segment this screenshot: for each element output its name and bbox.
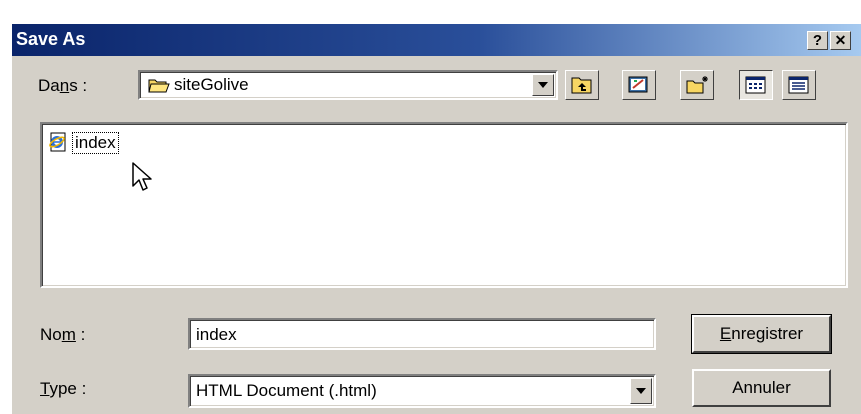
filetype-dropdown-button[interactable] — [630, 378, 652, 404]
desktop-icon — [628, 76, 648, 93]
file-name: index — [72, 132, 119, 154]
save-as-dialog: Save As ? ✕ Dans : siteGolive index Nom … — [10, 22, 861, 414]
up-one-level-button[interactable] — [565, 70, 599, 100]
chevron-down-icon — [636, 388, 646, 394]
mouse-cursor-icon — [132, 162, 152, 191]
filename-label: Nom : — [40, 325, 86, 344]
details-view-button[interactable] — [782, 70, 816, 100]
look-in-dropdown-button[interactable] — [532, 74, 554, 96]
filetype-select[interactable]: HTML Document (.html) — [188, 374, 656, 408]
filename-value: index — [196, 325, 237, 344]
file-list[interactable]: index — [40, 122, 848, 288]
save-button[interactable]: Enregistrer — [691, 314, 832, 354]
new-folder-icon — [686, 76, 708, 94]
list-view-icon — [745, 76, 766, 94]
chevron-down-icon — [538, 82, 548, 88]
details-view-icon — [788, 76, 809, 94]
look-in-combo[interactable]: siteGolive — [138, 70, 558, 100]
new-folder-button[interactable] — [680, 70, 714, 100]
desktop-button[interactable] — [622, 70, 656, 100]
up-one-level-icon — [571, 77, 592, 94]
filename-input[interactable]: index — [188, 318, 656, 350]
look-in-label: Dans : — [38, 76, 88, 95]
filetype-value: HTML Document (.html) — [196, 381, 377, 400]
filetype-label: Type : — [40, 379, 87, 398]
folder-icon — [148, 79, 170, 93]
list-view-button[interactable] — [739, 70, 773, 100]
window-title: Save As — [16, 29, 86, 49]
cancel-button[interactable]: Annuler — [692, 369, 831, 407]
close-button[interactable]: ✕ — [830, 31, 851, 50]
look-in-value: siteGolive — [174, 75, 249, 94]
help-button[interactable]: ? — [807, 31, 828, 50]
title-bar[interactable]: Save As ? ✕ — [12, 24, 861, 56]
ie-html-document-icon — [49, 132, 66, 152]
